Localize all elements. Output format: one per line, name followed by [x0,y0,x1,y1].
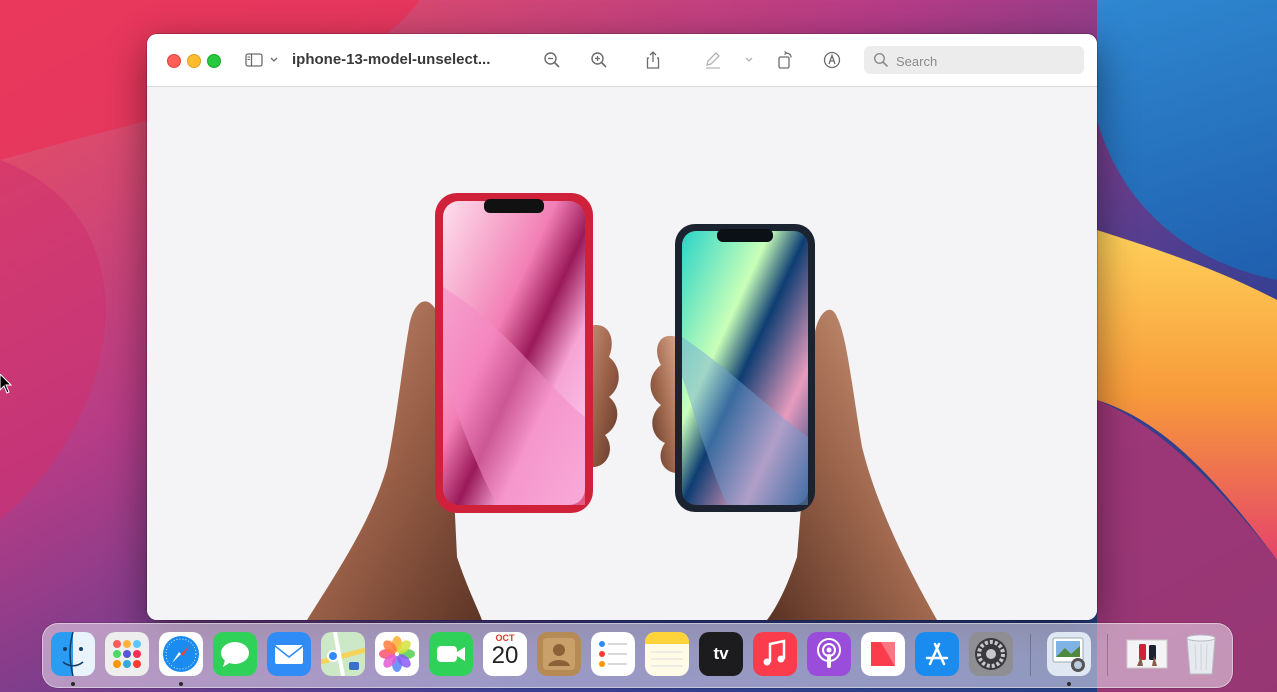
zoom-in-icon[interactable] [587,48,611,72]
image-canvas [147,87,1097,620]
title-bar: iphone-13-model-unselect... [147,34,1097,87]
iphone-image [307,193,937,620]
search-icon [873,52,889,68]
calendar-icon[interactable]: OCT 20 [483,632,527,676]
preview-running-indicator [1067,682,1071,686]
pink-iphone-notch [484,199,544,213]
dock-separator [1030,634,1031,676]
finder-running-indicator [71,682,75,686]
contacts-icon[interactable] [537,632,581,676]
facetime-icon[interactable] [429,632,473,676]
share-icon[interactable] [641,48,665,72]
notes-icon[interactable] [645,632,689,676]
rotate-icon[interactable] [773,48,797,72]
dock-separator [1107,634,1108,676]
finder-icon[interactable] [51,632,95,676]
mouse-cursor-icon [0,374,12,394]
right-hand-fingers [650,335,677,473]
preview-document-thumbnail-icon[interactable] [1125,632,1169,676]
launchpad-icon[interactable] [105,632,149,676]
close-button[interactable] [167,54,181,68]
photos-icon[interactable] [375,632,419,676]
tv-icon[interactable]: tv [699,632,743,676]
preview-window: iphone-13-model-unselect... [147,34,1097,620]
document-title: iphone-13-model-unselect... [292,51,491,68]
zoom-button[interactable] [207,54,221,68]
news-icon[interactable] [861,632,905,676]
minimize-button[interactable] [187,54,201,68]
preview-icon[interactable] [1047,632,1091,676]
midnight-iphone-notch [717,229,773,242]
music-icon[interactable] [753,632,797,676]
maps-icon[interactable] [321,632,365,676]
sidebar-icon[interactable] [242,48,266,72]
annotate-icon[interactable] [820,48,844,72]
chevron-down-icon[interactable] [269,56,279,64]
reminders-icon[interactable] [591,632,635,676]
safari-icon[interactable] [159,632,203,676]
trash-icon[interactable] [1179,632,1223,676]
app-store-icon[interactable] [915,632,959,676]
dock: OCT 20 tv [42,623,1233,688]
markup-pen-icon[interactable] [701,48,725,72]
zoom-out-icon[interactable] [540,48,564,72]
search-field[interactable] [864,46,1084,74]
calendar-day: 20 [491,642,519,669]
system-preferences-icon[interactable] [969,632,1013,676]
chevron-down-icon[interactable] [744,56,754,64]
search-input[interactable] [894,50,1078,72]
messages-icon[interactable] [213,632,257,676]
mail-icon[interactable] [267,632,311,676]
safari-running-indicator [179,682,183,686]
tv-label: tv [713,644,729,663]
podcasts-icon[interactable] [807,632,851,676]
